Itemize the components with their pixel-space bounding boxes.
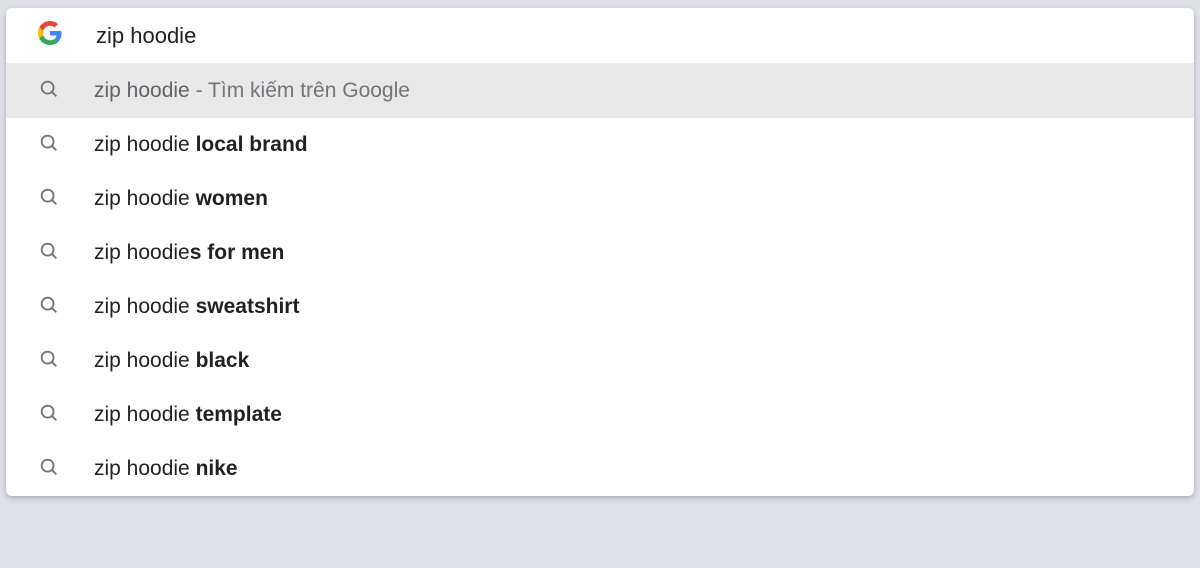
search-icon	[38, 348, 60, 375]
suggestion-item[interactable]: zip hoodie template	[6, 388, 1194, 442]
suggestion-bold: local brand	[196, 133, 308, 156]
address-bar-input[interactable]	[96, 23, 996, 49]
suggestion-text: zip hoodie black	[94, 349, 249, 373]
suggestion-bold: nike	[196, 457, 238, 480]
google-logo-icon	[38, 21, 62, 50]
suggestion-bold: s for men	[190, 241, 285, 264]
suggestion-prefix: zip hoodie	[94, 349, 196, 372]
suggestion-prefix: zip hoodie	[94, 457, 196, 480]
suggestion-bold: template	[196, 403, 282, 426]
search-icon	[38, 186, 60, 213]
suggestion-bold: women	[196, 187, 268, 210]
search-icon	[38, 456, 60, 483]
suggestion-text: zip hoodie women	[94, 187, 268, 211]
suggestion-bold: black	[196, 349, 250, 372]
suggestion-text: zip hoodie template	[94, 403, 282, 427]
suggestion-text: zip hoodie - Tìm kiếm trên Google	[94, 79, 410, 103]
suggestion-text: zip hoodie sweatshirt	[94, 295, 299, 319]
search-icon	[38, 132, 60, 159]
suggestion-prefix: zip hoodie	[94, 403, 196, 426]
search-icon	[38, 402, 60, 429]
suggestion-text: zip hoodie local brand	[94, 133, 308, 157]
suggestion-separator: -	[190, 79, 208, 102]
suggestion-item[interactable]: zip hoodie nike	[6, 442, 1194, 496]
suggestion-prefix: zip hoodie	[94, 295, 196, 318]
suggestion-prefix: zip hoodie	[94, 79, 190, 102]
suggestion-prefix: zip hoodie	[94, 241, 190, 264]
suggestion-text: zip hoodie nike	[94, 457, 238, 481]
suggestion-item[interactable]: zip hoodie - Tìm kiếm trên Google	[6, 64, 1194, 118]
suggestion-list: zip hoodie - Tìm kiếm trên Googlezip hoo…	[6, 64, 1194, 496]
suggestion-bold: sweatshirt	[196, 295, 300, 318]
search-icon	[38, 294, 60, 321]
suggestion-item[interactable]: zip hoodie sweatshirt	[6, 280, 1194, 334]
suggestion-item[interactable]: zip hoodie women	[6, 172, 1194, 226]
search-icon	[38, 78, 60, 105]
suggestion-prefix: zip hoodie	[94, 187, 196, 210]
suggestion-prefix: zip hoodie	[94, 133, 196, 156]
search-icon	[38, 240, 60, 267]
suggestion-item[interactable]: zip hoodie local brand	[6, 118, 1194, 172]
suggestion-text: zip hoodies for men	[94, 241, 284, 265]
suggestion-item[interactable]: zip hoodie black	[6, 334, 1194, 388]
suggestion-google-search-label: Tìm kiếm trên Google	[208, 79, 410, 102]
omnibox-dropdown: zip hoodie - Tìm kiếm trên Googlezip hoo…	[6, 8, 1194, 496]
suggestion-item[interactable]: zip hoodies for men	[6, 226, 1194, 280]
search-input-row	[6, 8, 1194, 64]
